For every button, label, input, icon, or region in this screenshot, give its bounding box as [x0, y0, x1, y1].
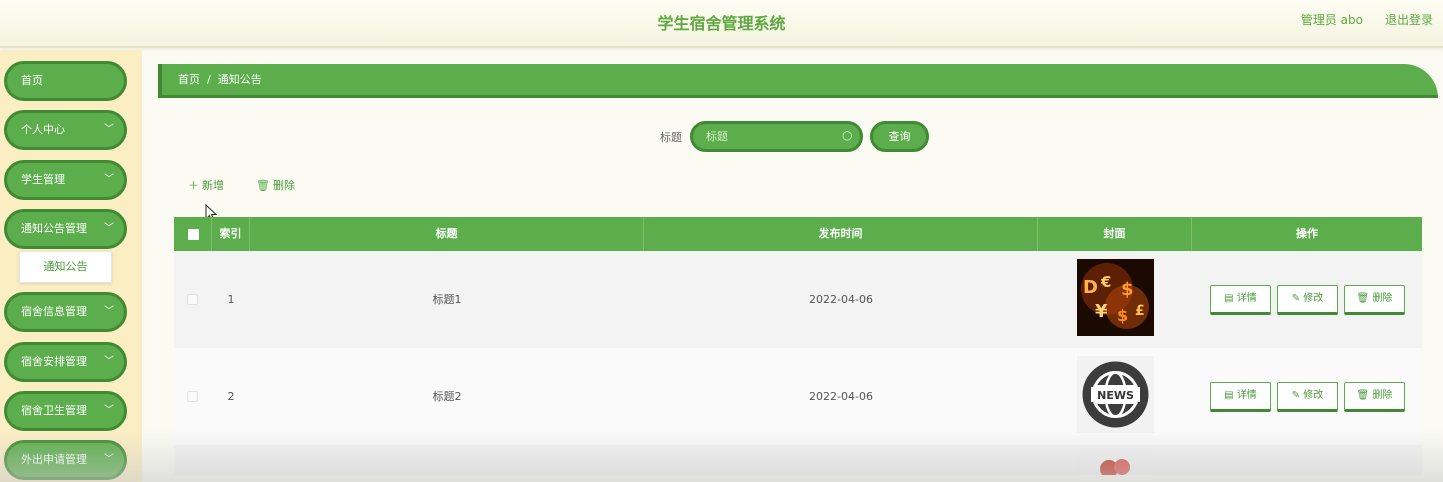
edit-icon: ✎ — [1291, 390, 1301, 401]
delete-button[interactable]: 🗑 删除 — [1344, 382, 1405, 412]
table-row: 2 标题2 2022-04-06 NEWS ▤ 详情 ✎ 修改 🗑 删除 — [174, 348, 1422, 445]
chevron-down-icon: ﹀ — [104, 454, 114, 465]
column-header-title: 标题 — [250, 217, 644, 251]
sidebar-item-notice-management[interactable]: 通知公告管理 ﹀ — [4, 209, 127, 249]
sidebar-item-dorm-arrangement[interactable]: 宿舍安排管理 ﹀ — [4, 342, 127, 382]
svg-text:£: £ — [1135, 303, 1145, 319]
sidebar-item-student-management[interactable]: 学生管理 ﹀ — [4, 160, 127, 200]
svg-text:NEWS: NEWS — [1097, 389, 1134, 402]
sidebar-item-home[interactable]: 首页 — [4, 61, 127, 101]
edit-icon: ✎ — [1291, 293, 1301, 304]
svg-text:$: $ — [1117, 306, 1128, 325]
top-bar: 学生宿舍管理系统 管理员 abo 退出登录 — [0, 0, 1443, 48]
trash-icon: 🗑 — [1356, 390, 1370, 401]
delete-label: 删除 — [1372, 390, 1393, 401]
column-header-date: 发布时间 — [644, 217, 1038, 251]
sidebar-item-outing-request[interactable]: 外出申请管理 ﹀ — [4, 440, 127, 480]
edit-button[interactable]: ✎ 修改 — [1277, 285, 1338, 315]
user-info: 管理员 abo — [1300, 13, 1363, 27]
logout-link[interactable]: 退出登录 — [1385, 11, 1433, 28]
cover-image-money: D € $ ¥ $ £ — [1077, 259, 1154, 336]
cover-image-news: NEWS — [1077, 356, 1154, 433]
document-icon: ▤ — [1224, 293, 1234, 304]
column-header-actions: 操作 — [1296, 227, 1318, 240]
sidebar-item-label: 首页 — [21, 74, 43, 87]
sidebar: 首页 个人中心 ﹀ 学生管理 ﹀ 通知公告管理 ﹀ 通知公告 宿舍信息管理 ﹀ … — [0, 50, 142, 482]
sidebar-item-label: 学生管理 — [21, 173, 65, 186]
sidebar-item-label: 宿舍安排管理 — [21, 355, 87, 368]
delete-label: 删除 — [272, 179, 295, 192]
sidebar-item-label: 个人中心 — [21, 123, 65, 136]
chevron-down-icon: ﹀ — [104, 124, 114, 135]
delete-label: 删除 — [1372, 293, 1393, 304]
cover-image-partial — [1077, 453, 1154, 475]
sidebar-item-dorm-hygiene[interactable]: 宿舍卫生管理 ﹀ — [4, 391, 127, 431]
detail-button[interactable]: ▤ 详情 — [1210, 382, 1271, 412]
edit-label: 修改 — [1303, 390, 1324, 401]
plus-icon: ＋ — [188, 179, 199, 192]
column-header-cover: 封面 — [1038, 217, 1192, 251]
svg-text:€: € — [1100, 273, 1111, 291]
svg-text:D: D — [1083, 277, 1098, 298]
chevron-down-icon: ﹀ — [104, 356, 114, 367]
svg-text:¥: ¥ — [1095, 301, 1108, 322]
sidebar-item-label: 通知公告管理 — [21, 222, 87, 235]
search-input[interactable] — [690, 121, 863, 152]
cell-title: 标题2 — [432, 390, 462, 403]
sidebar-item-label: 外出申请管理 — [21, 453, 87, 466]
column-header-index: 索引 — [212, 217, 250, 251]
cell-index: 1 — [227, 293, 235, 306]
cell-index: 2 — [227, 390, 235, 403]
table-row: 1 标题1 2022-04-06 D € $ ¥ $ £ ▤ 详情 ✎ 修改 🗑… — [174, 251, 1422, 348]
add-button[interactable]: ＋新增 — [188, 177, 224, 193]
svg-text:$: $ — [1121, 279, 1134, 300]
edit-button[interactable]: ✎ 修改 — [1277, 382, 1338, 412]
search-label: 标题 — [660, 131, 682, 144]
breadcrumb: 首页 / 通知公告 — [158, 64, 1438, 98]
chevron-down-icon: ﹀ — [104, 405, 114, 416]
select-all-checkbox[interactable] — [188, 229, 199, 240]
sidebar-item-personal-center[interactable]: 个人中心 ﹀ — [4, 110, 127, 150]
detail-label: 详情 — [1236, 293, 1257, 304]
edit-label: 修改 — [1303, 293, 1324, 304]
add-label: 新增 — [202, 179, 224, 192]
sidebar-item-label: 宿舍信息管理 — [21, 305, 87, 318]
detail-label: 详情 — [1236, 390, 1257, 401]
app-title: 学生宿舍管理系统 — [657, 14, 786, 33]
trash-icon: 🗑 — [1356, 293, 1370, 304]
batch-delete-button[interactable]: 🗑 删除 — [256, 177, 295, 193]
table-header: 索引 标题 发布时间 封面 操作 — [174, 217, 1422, 251]
cell-date: 2022-04-06 — [809, 293, 873, 306]
trash-icon: 🗑 — [256, 179, 270, 192]
document-icon: ▤ — [1224, 390, 1234, 401]
row-checkbox[interactable] — [187, 391, 198, 402]
detail-button[interactable]: ▤ 详情 — [1210, 285, 1271, 315]
chevron-down-icon: ﹀ — [104, 306, 114, 317]
chevron-down-icon: ﹀ — [104, 174, 114, 185]
cell-date: 2022-04-06 — [809, 390, 873, 403]
sidebar-item-label: 宿舍卫生管理 — [21, 404, 87, 417]
breadcrumb-home[interactable]: 首页 — [178, 73, 200, 86]
breadcrumb-separator: / — [207, 73, 211, 86]
cell-title: 标题1 — [432, 293, 462, 306]
query-button[interactable]: 查询 — [870, 121, 929, 152]
select-all-cell — [174, 217, 212, 251]
sidebar-subitem-notice[interactable]: 通知公告 — [19, 251, 112, 283]
table-row — [174, 445, 1422, 475]
breadcrumb-current: 通知公告 — [217, 73, 262, 86]
delete-button[interactable]: 🗑 删除 — [1344, 285, 1405, 315]
row-checkbox[interactable] — [187, 294, 198, 305]
chevron-down-icon: ﹀ — [104, 223, 114, 234]
sidebar-item-dorm-info[interactable]: 宿舍信息管理 ﹀ — [4, 292, 127, 332]
search-icon: ○ — [842, 128, 853, 142]
